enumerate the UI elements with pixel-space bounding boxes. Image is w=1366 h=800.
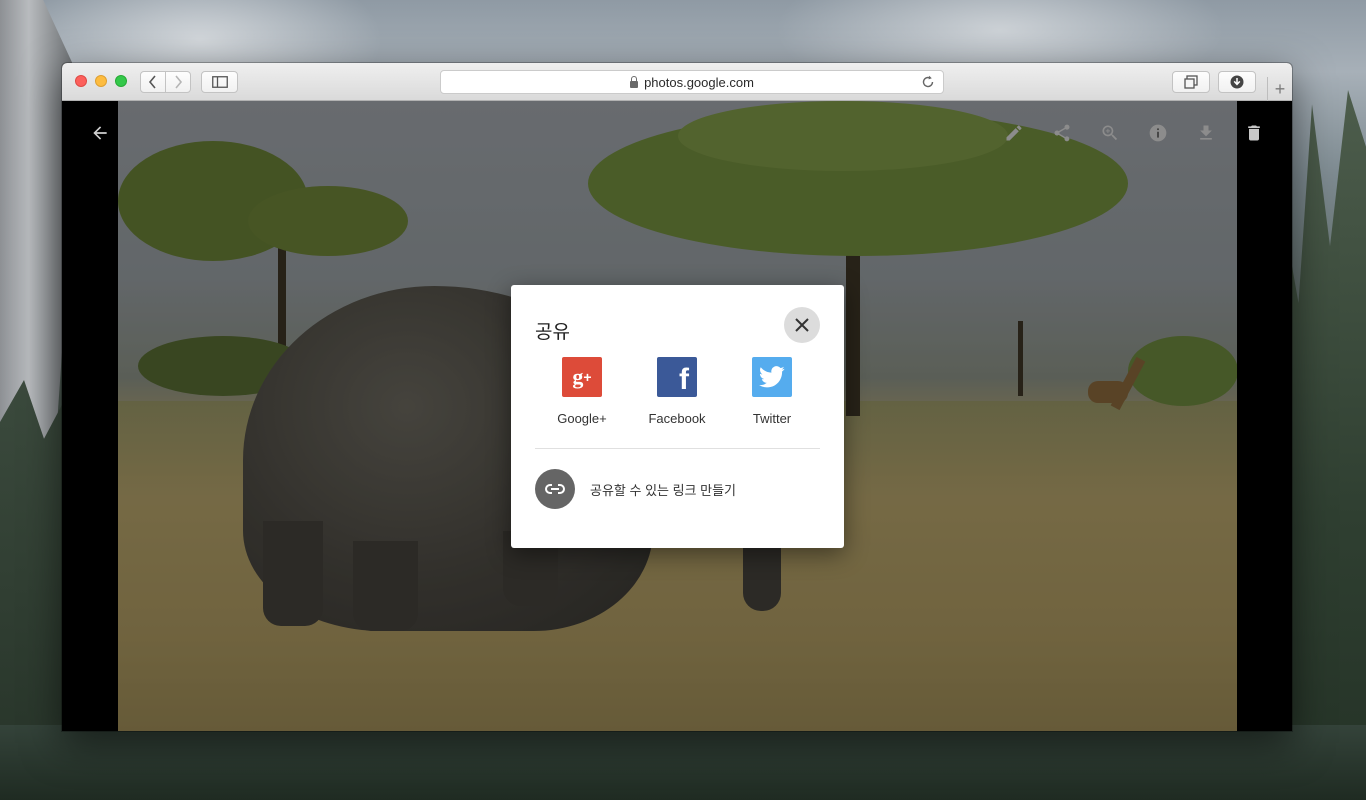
trash-icon [1248,125,1260,141]
sidebar-icon [211,76,228,88]
dialog-close-button[interactable] [784,307,820,343]
sidebar-toggle-button[interactable] [201,71,238,93]
twitter-icon [752,357,792,397]
zoom-in-icon [1102,125,1118,141]
window-close-button[interactable] [75,75,87,87]
wallpaper-forest-bottom [0,725,1366,800]
create-link-button[interactable]: 공유할 수 있는 링크 만들기 [535,469,820,509]
create-link-label: 공유할 수 있는 링크 만들기 [590,482,737,498]
facebook-icon: f [657,357,697,397]
tabs-overview-icon [1184,75,1198,89]
delete-button[interactable] [1240,119,1268,147]
share-target-label: Google+ [557,411,607,426]
share-target-facebook[interactable]: f Facebook [642,357,712,426]
edit-button[interactable] [1000,119,1028,147]
address-text: photos.google.com [644,74,754,90]
zoom-button[interactable] [1096,119,1124,147]
info-button[interactable] [1144,119,1172,147]
download-button[interactable] [1192,119,1220,147]
link-icon [535,469,575,509]
share-target-label: Facebook [648,411,706,426]
window-minimize-button[interactable] [95,75,107,87]
download-circle-icon [1230,75,1244,89]
window-zoom-button[interactable] [115,75,127,87]
share-button[interactable] [1048,119,1076,147]
back-button[interactable] [140,71,166,93]
google-plus-icon: g + [562,357,602,397]
lock-icon [630,75,639,88]
pencil-icon [1006,125,1022,141]
share-target-twitter[interactable]: Twitter [737,357,807,426]
new-tab-button[interactable]: + [1267,77,1292,101]
back-arrow-button[interactable] [86,119,114,147]
chevron-left-icon [148,75,156,89]
photo-viewer: 공유 g + Google+ f Facebook Twitter 공유할 수 … [62,101,1292,731]
download-icon [1200,125,1212,140]
share-target-google-plus[interactable]: g + Google+ [547,357,617,426]
plus-icon: + [1274,79,1286,99]
address-bar[interactable]: photos.google.com [440,70,944,94]
info-icon [1149,124,1167,142]
browser-toolbar: photos.google.com + [62,63,1292,101]
close-icon [795,318,809,332]
share-target-label: Twitter [752,411,792,426]
downloads-button[interactable] [1218,71,1256,93]
arrow-back-icon [93,126,107,140]
show-all-tabs-button[interactable] [1172,71,1210,93]
forward-button[interactable] [165,71,191,93]
dialog-title: 공유 [535,322,570,343]
chevron-right-icon [175,75,183,89]
dialog-divider [535,448,820,449]
reload-icon[interactable] [921,75,935,89]
share-dialog: 공유 g + Google+ f Facebook Twitter 공유할 수 … [511,285,844,548]
share-icon [1054,124,1070,142]
browser-window: photos.google.com + 공유 g + Google+ f Fac… [62,63,1292,731]
